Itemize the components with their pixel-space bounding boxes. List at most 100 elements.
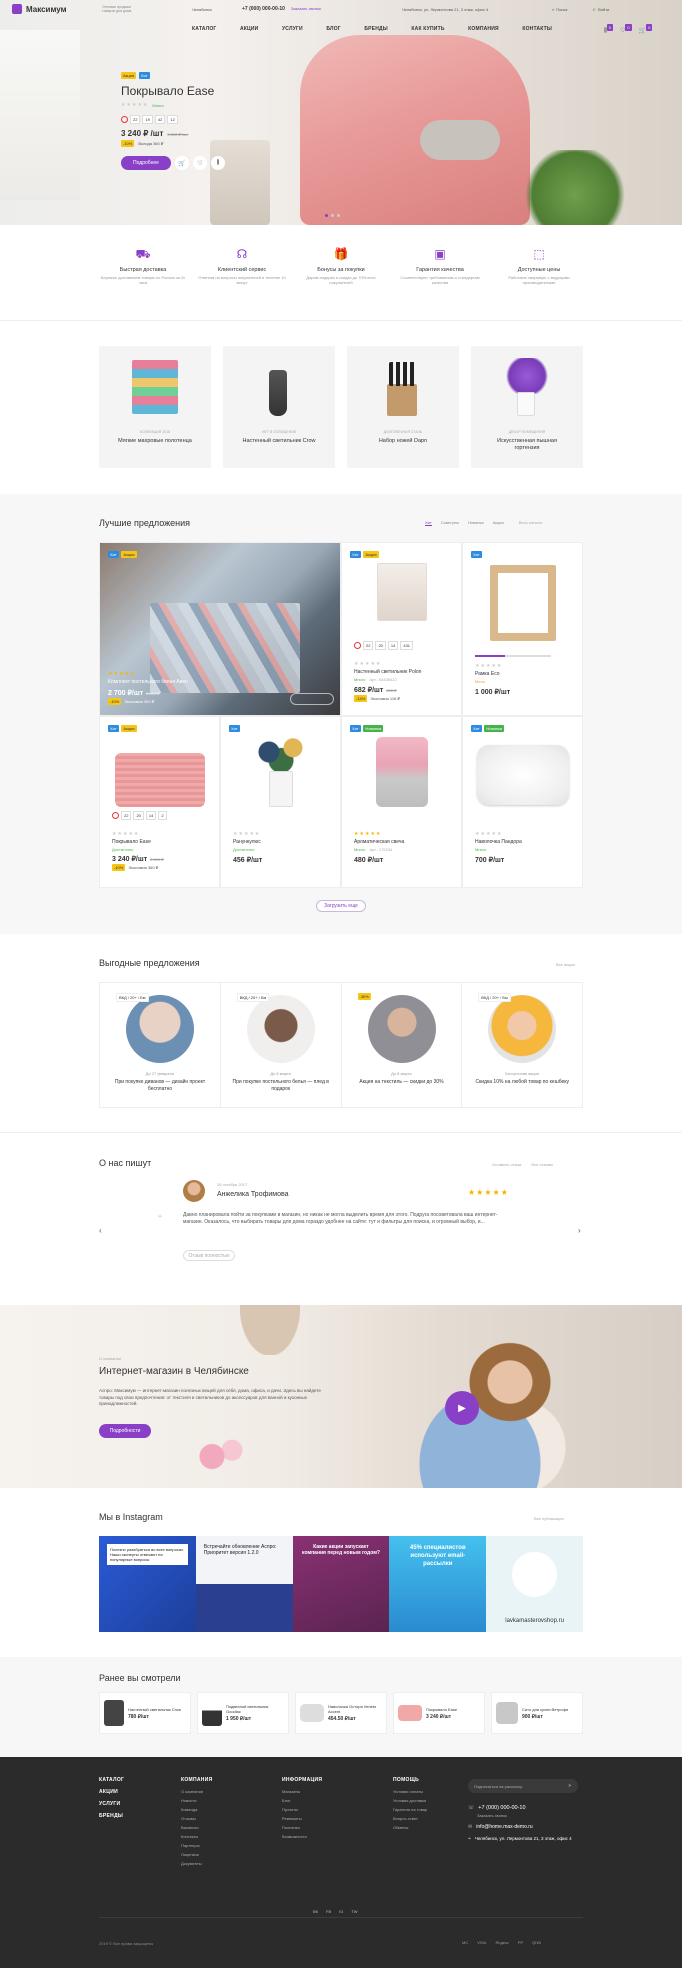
nav-company[interactable]: КОМПАНИЯ <box>468 26 499 32</box>
hydrangea-image <box>503 358 551 394</box>
load-more-button[interactable]: Загрузить еще <box>316 900 366 912</box>
nav-blog[interactable]: БЛОГ <box>326 26 341 32</box>
category-card-knives[interactable]: Долговечная сталь Набор ножей Dapn <box>347 346 459 468</box>
tab-sale[interactable]: Акция <box>493 520 504 526</box>
callback-link[interactable]: Заказать звонок <box>291 6 321 12</box>
logo-text: Максимум <box>26 4 67 14</box>
hero-stock: Много <box>152 102 164 108</box>
header-phone[interactable]: +7 (000) 000-00-10 <box>242 6 285 12</box>
nav-brands[interactable]: БРЕНДЫ <box>364 26 388 32</box>
all-posts-link[interactable]: Все публикации <box>534 1516 564 1521</box>
rating: ★★★★★ <box>475 831 503 837</box>
twitter-icon[interactable]: TW <box>351 1909 357 1914</box>
tab-new[interactable]: Новинка <box>468 520 484 526</box>
footer: КАТАЛОГ АКЦИИ УСЛУГИ БРЕНДЫ КОМПАНИЯ О к… <box>0 1757 682 1968</box>
instagram-post[interactable]: Полезно разобраться во всех вопросах. На… <box>99 1536 196 1632</box>
viewed-item[interactable]: Покрывало Ease 3 240 ₽/шт <box>393 1692 485 1734</box>
certificate-icon: ▣ <box>434 247 446 261</box>
search-button[interactable]: ⌕ Поиск <box>552 7 582 12</box>
nav-contacts[interactable]: КОНТАКТЫ <box>522 26 552 32</box>
promo-item[interactable]: -30% До 8 марта Акция на текстиль — скид… <box>342 983 463 1107</box>
about-more-button[interactable]: Подробности <box>99 1424 151 1438</box>
truck-icon: ⛟ <box>135 247 151 261</box>
all-promos-link[interactable]: Все акции <box>556 962 575 967</box>
hero-compare-button[interactable]: ⫼ <box>211 156 225 170</box>
category-card-lamp[interactable]: Нет в освещение Настенный светильник Cro… <box>223 346 335 468</box>
tab-recommend[interactable]: Советуем <box>441 520 459 526</box>
hero-fav-button[interactable]: ♡ <box>193 156 207 170</box>
knives-handles <box>389 362 415 386</box>
flowers-decor <box>180 1425 260 1488</box>
category-grid: Коллекция 2018 Мягкие махровые полотенца… <box>99 346 583 468</box>
instagram-grid: Полезно разобраться во всех вопросах. На… <box>99 1536 583 1632</box>
compare-icon[interactable]: ⫼0 <box>604 24 614 35</box>
social-links: ВК FB IG TW <box>307 1909 364 1914</box>
login-button[interactable]: ☺ Войти <box>592 7 609 12</box>
product-card-bedding[interactable]: Хит Акция ★★★★★ Комплект постельного бел… <box>99 542 341 716</box>
divider <box>0 320 682 321</box>
viewed-item[interactable]: Подвесной светильник Goodlac 1 950 ₽/шт <box>197 1692 289 1734</box>
hero-title: Покрывало Ease <box>121 84 215 98</box>
gift-icon: 🎁 <box>333 247 349 261</box>
bedspread-icon <box>398 1705 422 1721</box>
vk-icon[interactable]: ВК <box>313 1909 318 1914</box>
nav-howtobuy[interactable]: КАК КУПИТЬ <box>411 26 444 32</box>
viewed-item[interactable]: Наволочка Остора Veneto Accent 454.50 ₽/ш… <box>295 1692 387 1734</box>
slider-dot[interactable] <box>337 214 340 217</box>
footer-main-links: КАТАЛОГ АКЦИИ УСЛУГИ БРЕНДЫ <box>99 1777 125 1819</box>
play-icon: ▶ <box>458 1402 466 1414</box>
product-card-candle[interactable]: Хит Новинка ★★★★★ Ароматическая свеча Мн… <box>341 716 462 888</box>
copyright: 2019 © Все права защищены <box>99 1941 154 1946</box>
full-review-button[interactable]: Отзыв полностью <box>183 1250 235 1261</box>
promo-item[interactable]: ВКД / 20+ / Бм До 8 марта При покупке по… <box>221 983 342 1107</box>
hero-cart-button[interactable]: 🛒 <box>175 156 189 170</box>
nav-sales[interactable]: АКЦИИ <box>240 26 259 32</box>
product-card-wall-lamp[interactable]: Хит Акция 22 20 14 431 ★★★★★ Настенный с… <box>341 542 462 716</box>
instagram-post[interactable]: Какие акции запускает компания перед нов… <box>292 1536 390 1632</box>
product-card-frame[interactable]: Хит ★★★★★ Рамка Eco Мало 1 000 ₽/шт <box>462 542 583 716</box>
hero-more-button[interactable]: Подробнее <box>121 156 171 170</box>
viewed-title: Ранее вы смотрели <box>99 1673 181 1683</box>
instagram-post[interactable]: Встречайте обновление Аспро: Приоритет в… <box>195 1536 293 1632</box>
slider-dot[interactable] <box>331 214 334 217</box>
slider-dot[interactable] <box>325 214 328 217</box>
hero-timer: 22 19 42 12 <box>121 115 281 124</box>
all-reviews-link[interactable]: Все отзывы <box>531 1162 553 1167</box>
category-card-flowers[interactable]: Декор помещения Искусственная пышная гор… <box>471 346 583 468</box>
product-card-bedspread[interactable]: Хит Акция 22 20 14 2 ★★★★★ Покрывало Eas… <box>99 716 220 888</box>
product-card-pillowcase[interactable]: Хит Новинка ★★★★★ Наволочка Пандора Мног… <box>462 716 583 888</box>
best-title: Лучшие предложения <box>99 518 191 528</box>
all-catalog-link[interactable]: Весь каталог <box>519 520 543 526</box>
facebook-icon[interactable]: FB <box>326 1909 331 1914</box>
towels-image <box>132 360 178 414</box>
benefit-item: ⛟ Быстрая доставка Бережно доставляем то… <box>100 247 186 285</box>
play-button[interactable]: ▶ <box>445 1391 479 1425</box>
badge-sale: Акция <box>121 72 137 79</box>
tab-hit[interactable]: Хит <box>425 520 432 526</box>
subscribe-input[interactable]: Подписаться на рассылку ➤ <box>468 1779 578 1793</box>
instagram-post[interactable]: lavkamasterovshop.ru <box>486 1536 583 1632</box>
product-card-ranunculus[interactable]: Хит ★★★★★ Ранункулюс Достаточно 456 ₽/шт <box>220 716 341 888</box>
rating: ★★★★★ <box>354 831 382 837</box>
instagram-icon[interactable]: IG <box>339 1909 343 1914</box>
promo-item[interactable]: ВКД / 20+ / Бм Бессрочная акция Скидка 1… <box>462 983 582 1107</box>
instagram-post[interactable]: 45% специалистов используют email-рассыл… <box>389 1536 487 1632</box>
promo-item[interactable]: ВКД / 20+ / Бм До 27 февраля При покупке… <box>100 983 221 1107</box>
detail-button[interactable] <box>290 693 334 705</box>
nav-services[interactable]: УСЛУГИ <box>282 26 303 32</box>
review-text: Давно планировала пойти за покупками в м… <box>183 1212 498 1225</box>
cart-icon[interactable]: 🛒0 <box>639 24 654 35</box>
rating: ★★★★★ <box>233 831 261 837</box>
leave-review-link[interactable]: Оставить отзыв <box>492 1162 521 1167</box>
viewed-item[interactable]: Сито для кухни Ветрофи 900 ₽/шт <box>491 1692 583 1734</box>
viewed-item[interactable]: Настенный светильник Crow 780 ₽/шт <box>99 1692 191 1734</box>
nav-catalog[interactable]: КАТАЛОГ <box>192 26 216 32</box>
frame-image <box>490 565 556 641</box>
logo[interactable]: Максимум <box>12 4 92 14</box>
arrow-right-icon[interactable]: › <box>578 1226 581 1235</box>
city-select[interactable]: Челябинск <box>192 7 232 12</box>
arrow-left-icon[interactable]: ‹ <box>99 1226 102 1235</box>
footer-divider <box>99 1917 583 1918</box>
favorites-icon[interactable]: ♡0 <box>620 24 633 35</box>
category-card-towels[interactable]: Коллекция 2018 Мягкие махровые полотенца <box>99 346 211 468</box>
